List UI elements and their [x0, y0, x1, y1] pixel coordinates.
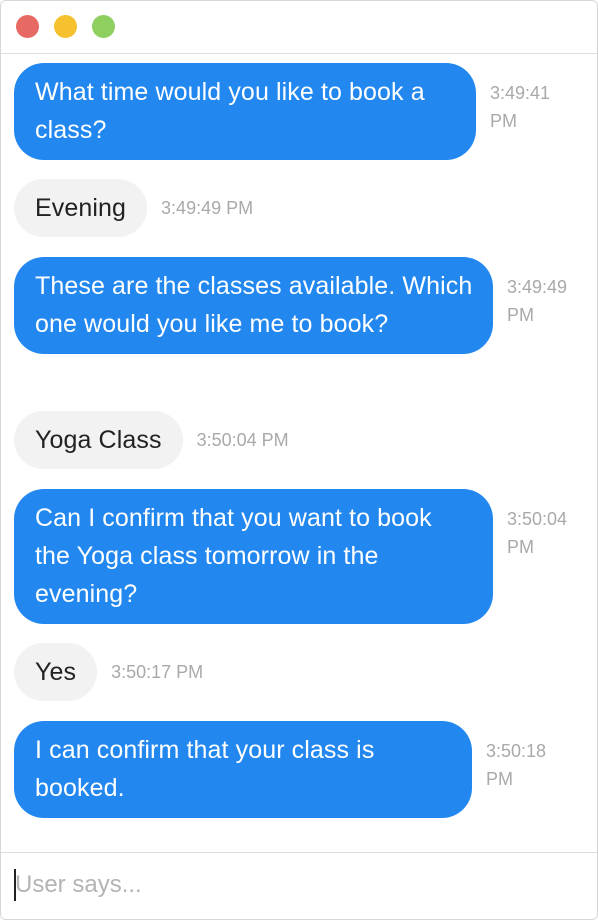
chat-window: What time would you like to book a class… [0, 0, 598, 920]
message-row-bot: I can confirm that your class is booked.… [14, 721, 566, 818]
user-message-bubble: Evening [14, 179, 148, 237]
close-window-button[interactable] [16, 15, 39, 38]
message-composer [1, 852, 597, 919]
message-row-bot: Can I confirm that you want to book the … [14, 489, 587, 624]
message-row-user: Yoga Class 3:50:04 PM [14, 411, 289, 469]
message-row-user: Evening 3:49:49 PM [14, 179, 253, 237]
title-bar [1, 1, 597, 54]
message-timestamp: 3:49:41 PM [490, 83, 551, 131]
message-timestamp: 3:50:18 PM [486, 741, 547, 789]
user-message-input[interactable] [13, 867, 575, 903]
message-timestamp: 3:49:49 PM [507, 277, 568, 325]
message-timestamp: 3:50:04 PM [196, 430, 289, 450]
zoom-window-button[interactable] [92, 15, 115, 38]
message-row-bot: These are the classes available. Which o… [14, 257, 587, 354]
message-timestamp: 3:49:49 PM [161, 198, 254, 218]
user-message-bubble: Yoga Class [14, 411, 183, 469]
text-cursor [14, 869, 16, 901]
bot-message-bubble: What time would you like to book a class… [14, 63, 476, 160]
bot-message-bubble: These are the classes available. Which o… [14, 257, 493, 354]
message-row-user: Yes 3:50:17 PM [14, 643, 203, 701]
bot-message-bubble: I can confirm that your class is booked. [14, 721, 472, 818]
message-timestamp: 3:50:04 PM [507, 509, 568, 557]
user-message-bubble: Yes [14, 643, 98, 701]
bot-message-bubble: Can I confirm that you want to book the … [14, 489, 493, 624]
message-timestamp: 3:50:17 PM [111, 662, 204, 682]
message-list[interactable]: What time would you like to book a class… [1, 54, 597, 852]
minimize-window-button[interactable] [54, 15, 77, 38]
message-row-bot: What time would you like to book a class… [14, 63, 570, 160]
